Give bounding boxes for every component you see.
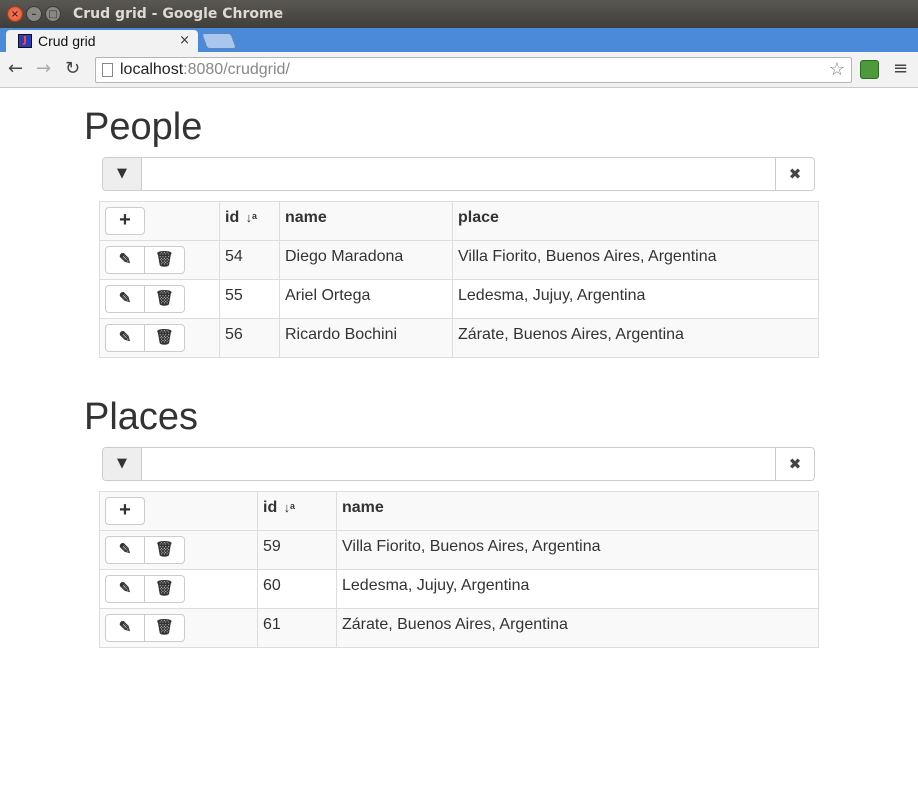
row-actions: ✎ 🗑	[99, 530, 258, 570]
id-header[interactable]: id ↓ᵃ	[257, 491, 337, 531]
cell-name: Ricardo Bochini	[279, 318, 453, 358]
delete-icon[interactable]: 🗑	[145, 246, 185, 274]
cell-name: Diego Maradona	[279, 240, 453, 280]
table-row: ✎ 🗑 56 Ricardo Bochini Zárate, Buenos Air…	[99, 318, 819, 358]
id-header[interactable]: id ↓ᵃ	[219, 201, 280, 241]
row-actions: ✎ 🗑	[99, 608, 258, 648]
delete-icon[interactable]: 🗑	[145, 575, 185, 603]
places-filter-input[interactable]	[143, 448, 777, 480]
table-row: ✎ 🗑 61 Zárate, Buenos Aires, Argentina	[99, 608, 819, 648]
people-clear-icon[interactable]: ✖	[775, 158, 814, 190]
places-table: + id ↓ᵃ name ✎ 🗑 59 Villa Fiorito, Buenos…	[99, 491, 819, 648]
delete-icon[interactable]: 🗑	[145, 285, 185, 313]
cell-name: Ariel Ortega	[279, 279, 453, 319]
edit-icon[interactable]: ✎	[105, 324, 145, 352]
people-filter-input[interactable]	[143, 158, 777, 190]
cell-place: Zárate, Buenos Aires, Argentina	[452, 318, 819, 358]
extension-icon[interactable]	[860, 60, 879, 79]
table-row: ✎ 🗑 59 Villa Fiorito, Buenos Aires, Argen…	[99, 530, 819, 570]
tab-title: Crud grid	[38, 33, 96, 49]
cell-place: Villa Fiorito, Buenos Aires, Argentina	[452, 240, 819, 280]
row-actions: ✎ 🗑	[99, 318, 220, 358]
forward-arrow-icon[interactable]: →	[36, 60, 51, 78]
page-icon	[102, 63, 113, 77]
favicon-icon: J	[18, 34, 32, 48]
name-header[interactable]: name	[279, 201, 453, 241]
filter-icon: ▼	[103, 448, 142, 480]
people-header-row: + id ↓ᵃ name place	[99, 201, 819, 241]
cell-id: 60	[257, 569, 337, 609]
sort-icon: ↓ᵃ	[283, 500, 296, 515]
cell-id: 54	[219, 240, 280, 280]
new-tab-button[interactable]	[201, 33, 237, 49]
browser-toolbar: ← → ↻ localhost:8080/crudgrid/ ☆ ≡	[0, 52, 918, 88]
table-row: ✎ 🗑 54 Diego Maradona Villa Fiorito, Buen…	[99, 240, 819, 280]
window-minimize-icon[interactable]: –	[26, 6, 42, 22]
window-title: Crud grid - Google Chrome	[73, 6, 284, 22]
filter-icon: ▼	[103, 158, 142, 190]
back-arrow-icon[interactable]: ←	[8, 60, 23, 78]
edit-icon[interactable]: ✎	[105, 536, 145, 564]
window-maximize-icon[interactable]: □	[45, 6, 61, 22]
edit-icon[interactable]: ✎	[105, 575, 145, 603]
browser-tab[interactable]: J Crud grid ×	[6, 30, 198, 54]
cell-place: Ledesma, Jujuy, Argentina	[452, 279, 819, 319]
menu-icon[interactable]: ≡	[893, 60, 908, 78]
name-header[interactable]: name	[336, 491, 819, 531]
cell-id: 55	[219, 279, 280, 319]
edit-icon[interactable]: ✎	[105, 614, 145, 642]
cell-id: 56	[219, 318, 280, 358]
bookmark-star-icon[interactable]: ☆	[829, 59, 845, 80]
cell-id: 61	[257, 608, 337, 648]
cell-name: Zárate, Buenos Aires, Argentina	[336, 608, 819, 648]
window-close-icon[interactable]: ×	[7, 6, 23, 22]
cell-id: 59	[257, 530, 337, 570]
edit-icon[interactable]: ✎	[105, 246, 145, 274]
add-button[interactable]: +	[105, 497, 145, 525]
delete-icon[interactable]: 🗑	[145, 614, 185, 642]
people-table: + id ↓ᵃ name place ✎ 🗑 54 Diego Maradona …	[99, 201, 819, 358]
row-actions: ✎ 🗑	[99, 569, 258, 609]
window-titlebar: × – □ Crud grid - Google Chrome	[0, 0, 918, 28]
edit-icon[interactable]: ✎	[105, 285, 145, 313]
people-title: People	[84, 106, 203, 148]
row-actions: ✎ 🗑	[99, 240, 220, 280]
address-bar[interactable]: localhost:8080/crudgrid/ ☆	[95, 57, 852, 83]
table-row: ✎ 🗑 55 Ariel Ortega Ledesma, Jujuy, Argen…	[99, 279, 819, 319]
table-row: ✎ 🗑 60 Ledesma, Jujuy, Argentina	[99, 569, 819, 609]
sort-icon: ↓ᵃ	[245, 210, 258, 225]
delete-icon[interactable]: 🗑	[145, 324, 185, 352]
address-url[interactable]: localhost:8080/crudgrid/	[120, 61, 290, 79]
places-title: Places	[84, 396, 199, 438]
places-clear-icon[interactable]: ✖	[775, 448, 814, 480]
people-filter: ▼ ✖	[102, 157, 815, 191]
cell-name: Ledesma, Jujuy, Argentina	[336, 569, 819, 609]
actions-header: +	[99, 491, 258, 531]
delete-icon[interactable]: 🗑	[145, 536, 185, 564]
cell-name: Villa Fiorito, Buenos Aires, Argentina	[336, 530, 819, 570]
places-header-row: + id ↓ᵃ name	[99, 491, 819, 531]
add-button[interactable]: +	[105, 207, 145, 235]
row-actions: ✎ 🗑	[99, 279, 220, 319]
reload-icon[interactable]: ↻	[65, 60, 80, 78]
tab-close-icon[interactable]: ×	[179, 33, 190, 48]
tab-strip: J Crud grid ×	[0, 28, 918, 54]
places-filter: ▼ ✖	[102, 447, 815, 481]
actions-header: +	[99, 201, 220, 241]
place-header[interactable]: place	[452, 201, 819, 241]
